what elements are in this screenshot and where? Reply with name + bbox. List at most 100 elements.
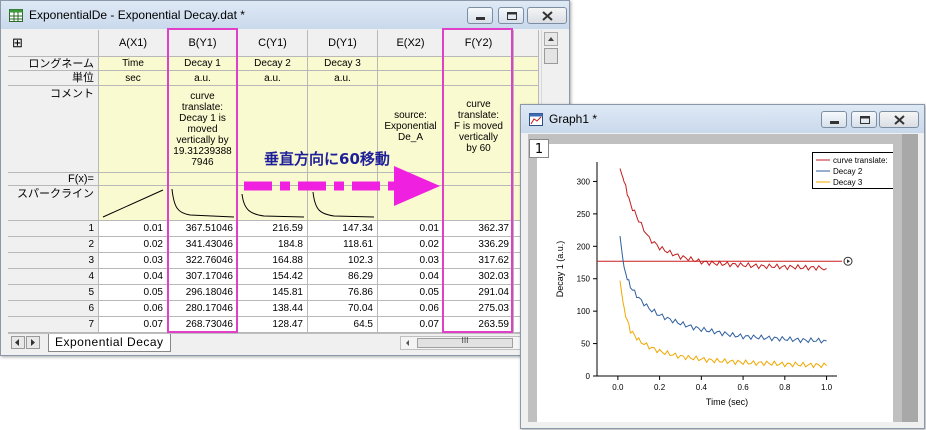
table-cell[interactable]: 102.3 [308, 253, 378, 269]
longname-cell[interactable]: Decay 1 [168, 57, 238, 71]
minimize-button[interactable] [467, 7, 493, 24]
row-number[interactable]: 3 [8, 253, 99, 269]
table-cell[interactable]: 76.86 [308, 285, 378, 301]
table-cell[interactable]: 280.17046 [168, 301, 238, 317]
series-line-1[interactable] [619, 235, 827, 344]
table-cell[interactable]: 138.44 [238, 301, 308, 317]
table-cell[interactable]: 0.01 [378, 221, 444, 237]
table-cell[interactable]: 367.51046 [168, 221, 238, 237]
formula-cell[interactable] [99, 173, 168, 186]
longname-cell[interactable]: Time [99, 57, 168, 71]
row-number[interactable]: 1 [8, 221, 99, 237]
table-cell[interactable]: 0.02 [378, 237, 444, 253]
table-cell[interactable]: 70.04 [308, 301, 378, 317]
row-number[interactable]: 6 [8, 301, 99, 317]
graph-canvas-area[interactable]: 0.0 0.2 0.4 0.6 0.8 1.0 0 50 100 150 200 250 300 Time… [528, 134, 909, 422]
select-all-corner[interactable]: ⊞ [8, 30, 99, 57]
row-label-longname[interactable]: ロングネーム [8, 57, 99, 71]
table-cell[interactable]: 0.07 [99, 317, 168, 333]
table-cell[interactable]: 128.47 [238, 317, 308, 333]
longname-cell[interactable]: Decay 2 [238, 57, 308, 71]
longname-cell[interactable] [514, 57, 539, 71]
table-cell[interactable]: 0.01 [99, 221, 168, 237]
table-cell[interactable]: 216.59 [238, 221, 308, 237]
table-cell[interactable]: 291.04 [444, 285, 514, 301]
table-cell[interactable]: 302.03 [444, 269, 514, 285]
column-header[interactable]: D(Y1) [308, 30, 378, 57]
table-cell[interactable]: 0.03 [99, 253, 168, 269]
table-cell[interactable]: 322.76046 [168, 253, 238, 269]
table-cell[interactable]: 317.62 [444, 253, 514, 269]
table-cell[interactable]: 64.5 [308, 317, 378, 333]
table-cell[interactable]: 86.29 [308, 269, 378, 285]
table-cell[interactable]: 307.17046 [168, 269, 238, 285]
longname-cell[interactable]: Decay 3 [308, 57, 378, 71]
row-number[interactable]: 7 [8, 317, 99, 333]
graph-titlebar[interactable]: Graph1 * [521, 105, 924, 133]
units-cell[interactable]: a.u. [308, 71, 378, 86]
row-number[interactable]: 4 [8, 269, 99, 285]
table-cell[interactable]: 147.34 [308, 221, 378, 237]
table-cell[interactable]: 0.06 [99, 301, 168, 317]
sparkline-cell[interactable] [168, 186, 238, 221]
column-header[interactable]: F(Y2) [444, 30, 514, 57]
graph-window[interactable]: Graph1 * 0.0 0.2 0.4 0.6 0.8 1.0 0 50 100 150 200 2… [520, 104, 925, 429]
row-label-formula[interactable]: F(x)= [8, 173, 99, 186]
table-cell[interactable]: 362.37 [444, 221, 514, 237]
table-cell[interactable]: 0.03 [378, 253, 444, 269]
row-number[interactable]: 5 [8, 285, 99, 301]
table-cell[interactable]: 275.03 [444, 301, 514, 317]
close-button[interactable] [527, 7, 567, 24]
table-cell[interactable]: 268.73046 [168, 317, 238, 333]
table-cell[interactable]: 118.61 [308, 237, 378, 253]
comment-cell[interactable]: curve translate: Decay 1 is moved vertic… [168, 86, 238, 173]
horizontal-scroll-thumb[interactable]: III [417, 336, 513, 348]
series-line-2[interactable] [619, 280, 827, 369]
table-cell[interactable]: 0.06 [378, 301, 444, 317]
sparkline-cell[interactable] [444, 186, 514, 221]
units-cell[interactable] [514, 71, 539, 86]
longname-cell[interactable] [378, 57, 444, 71]
table-cell[interactable]: 0.07 [378, 317, 444, 333]
table-cell[interactable]: 164.88 [238, 253, 308, 269]
formula-cell[interactable] [444, 173, 514, 186]
next-sheet-button[interactable] [26, 336, 40, 349]
longname-cell[interactable] [444, 57, 514, 71]
table-cell[interactable]: 0.02 [99, 237, 168, 253]
worksheet-titlebar[interactable]: ExponentialDe - Exponential Decay.dat * [1, 1, 569, 29]
layer-indicator[interactable]: 1 [529, 139, 549, 158]
table-cell[interactable]: 145.81 [238, 285, 308, 301]
graph-scrollbar[interactable] [902, 134, 918, 422]
units-cell[interactable]: a.u. [168, 71, 238, 86]
row-number[interactable]: 2 [8, 237, 99, 253]
minimize-button[interactable] [821, 111, 847, 128]
units-cell[interactable]: sec [99, 71, 168, 86]
row-label-units[interactable]: 単位 [8, 71, 99, 86]
sparkline-cell[interactable] [99, 186, 168, 221]
graph-page[interactable]: 0.0 0.2 0.4 0.6 0.8 1.0 0 50 100 150 200 250 300 Time… [537, 144, 909, 422]
table-cell[interactable]: 336.29 [444, 237, 514, 253]
row-label-sparkline[interactable]: スパークライン [8, 186, 99, 221]
close-button[interactable] [879, 111, 919, 128]
column-header[interactable]: A(X1) [99, 30, 168, 57]
table-cell[interactable]: 263.59 [444, 317, 514, 333]
prev-sheet-button[interactable] [11, 336, 25, 349]
column-header[interactable]: B(Y1) [168, 30, 238, 57]
units-cell[interactable] [378, 71, 444, 86]
table-cell[interactable]: 154.42 [238, 269, 308, 285]
column-header[interactable]: E(X2) [378, 30, 444, 57]
units-cell[interactable] [444, 71, 514, 86]
decay-chart[interactable]: 0.0 0.2 0.4 0.6 0.8 1.0 0 50 100 150 200 250 300 Time… [537, 144, 909, 422]
formula-cell[interactable] [168, 173, 238, 186]
column-header[interactable]: C(Y1) [238, 30, 308, 57]
table-cell[interactable]: 341.43046 [168, 237, 238, 253]
horizontal-scrollbar[interactable]: III [400, 336, 530, 350]
units-cell[interactable]: a.u. [238, 71, 308, 86]
comment-cell[interactable]: curve translate: F is moved vertically b… [444, 86, 514, 173]
table-cell[interactable]: 184.8 [238, 237, 308, 253]
table-cell[interactable]: 0.05 [378, 285, 444, 301]
maximize-button[interactable] [851, 111, 877, 128]
table-cell[interactable]: 0.04 [99, 269, 168, 285]
maximize-button[interactable] [498, 7, 524, 24]
table-cell[interactable]: 296.18046 [168, 285, 238, 301]
